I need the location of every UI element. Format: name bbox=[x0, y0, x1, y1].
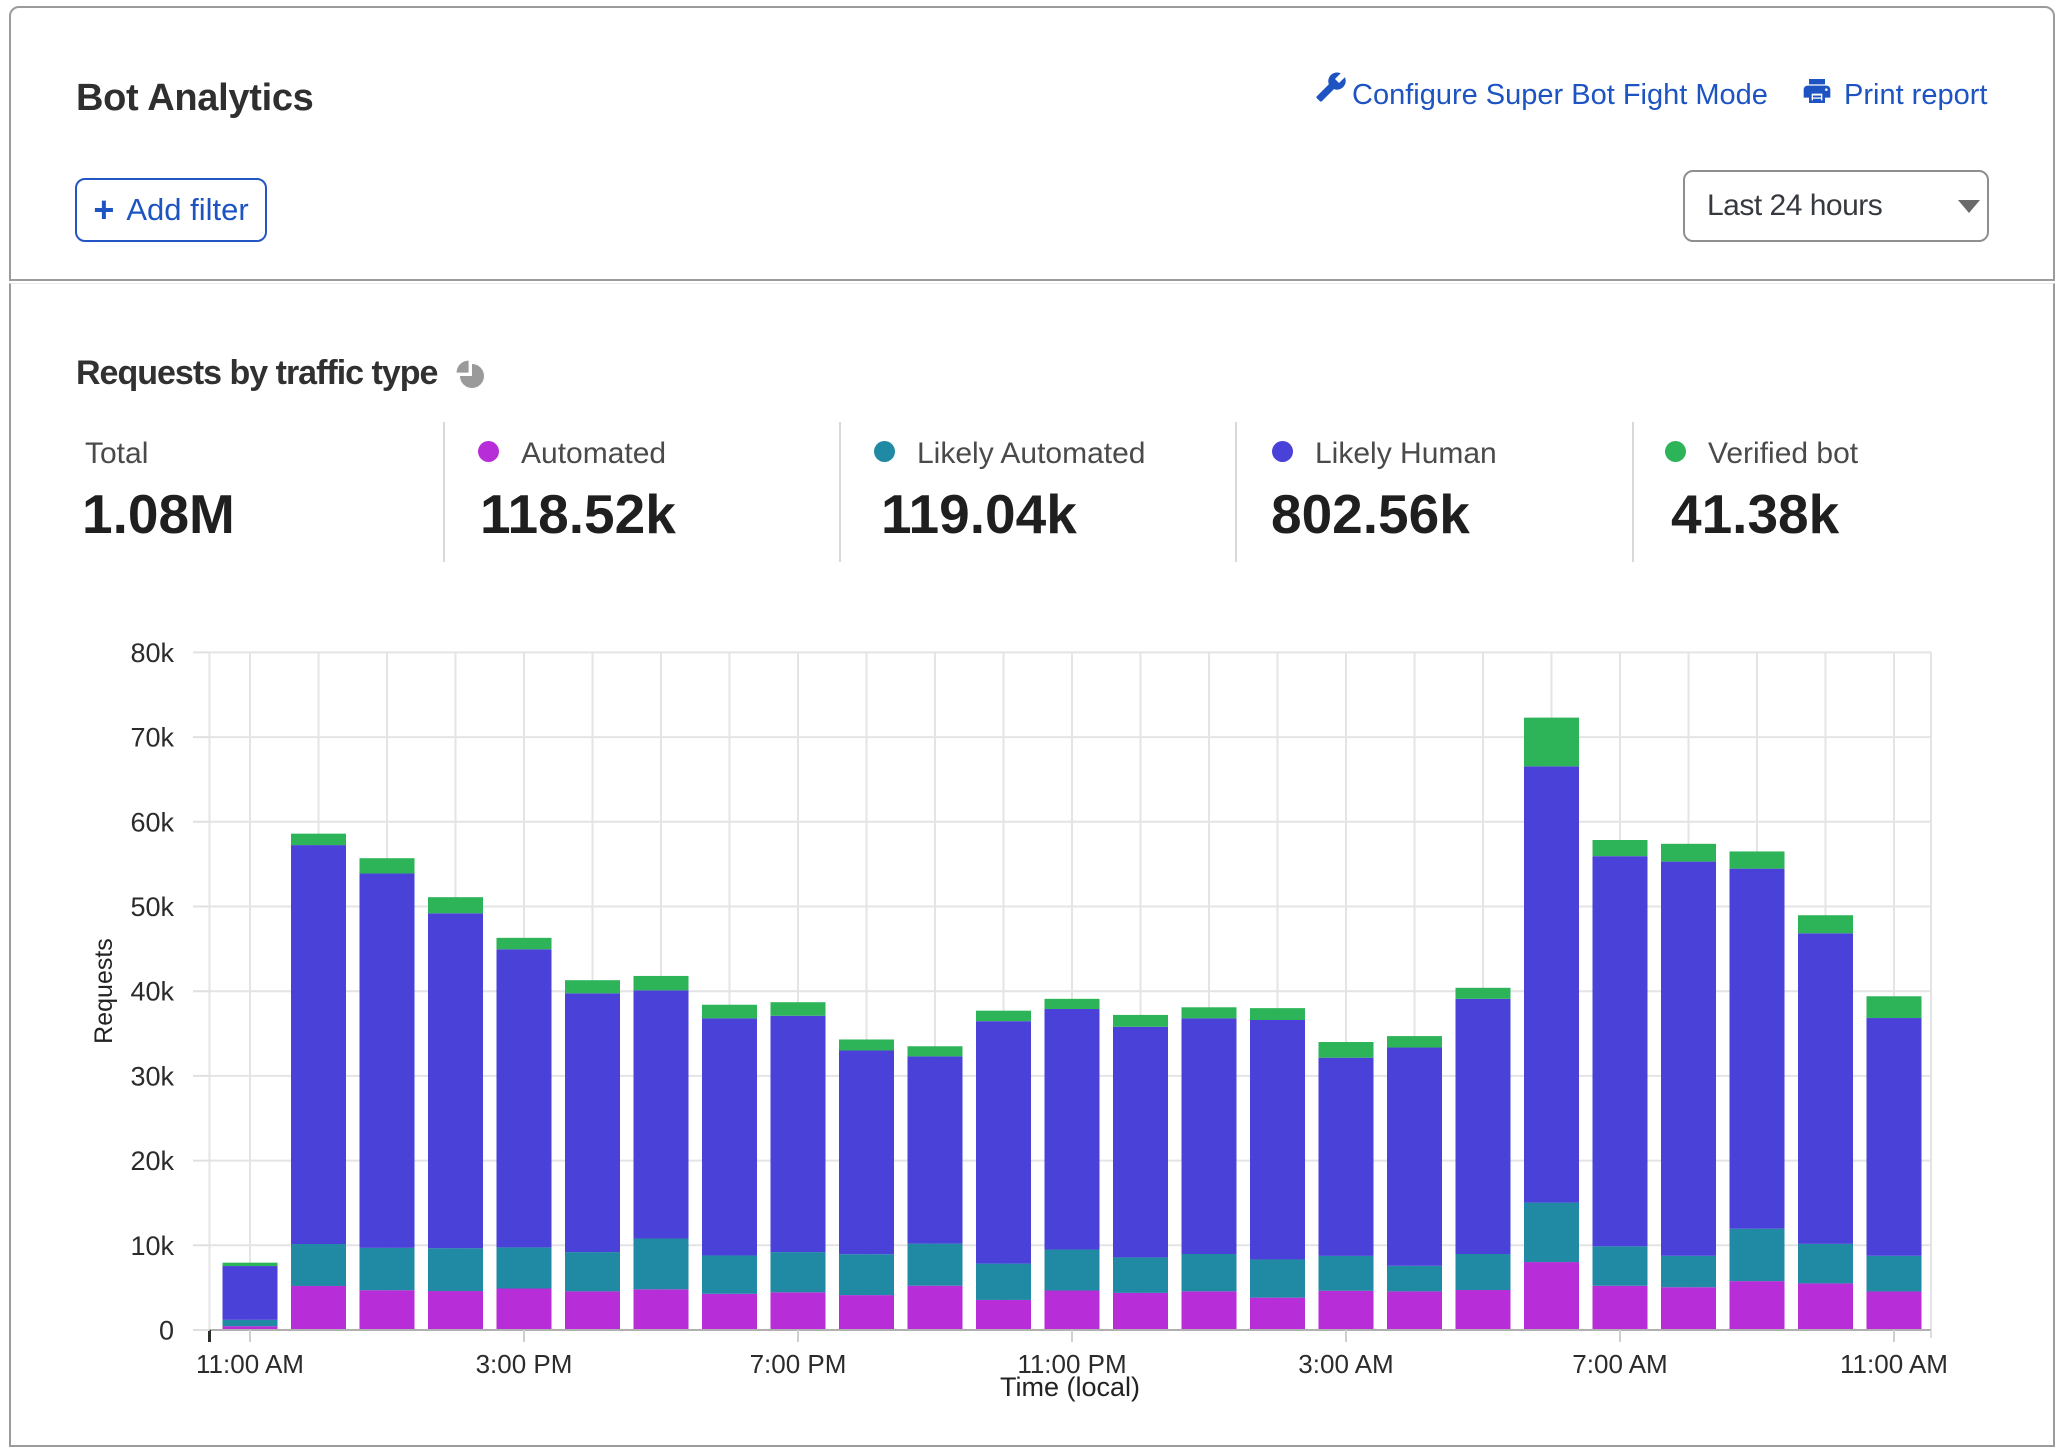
svg-text:Time (local): Time (local) bbox=[1000, 1372, 1140, 1402]
svg-text:10k: 10k bbox=[130, 1231, 174, 1261]
svg-text:Requests: Requests bbox=[90, 938, 118, 1044]
svg-text:40k: 40k bbox=[130, 977, 174, 1007]
svg-text:50k: 50k bbox=[130, 892, 174, 922]
svg-text:70k: 70k bbox=[130, 723, 174, 753]
svg-text:7:00 AM: 7:00 AM bbox=[1572, 1349, 1667, 1379]
svg-text:30k: 30k bbox=[130, 1061, 174, 1091]
svg-text:20k: 20k bbox=[130, 1146, 174, 1176]
svg-text:11:00 AM: 11:00 AM bbox=[1840, 1349, 1948, 1379]
svg-text:3:00 AM: 3:00 AM bbox=[1298, 1349, 1393, 1379]
svg-text:60k: 60k bbox=[130, 807, 174, 837]
svg-text:3:00 PM: 3:00 PM bbox=[476, 1349, 573, 1379]
svg-text:7:00 PM: 7:00 PM bbox=[750, 1349, 847, 1379]
svg-text:80k: 80k bbox=[130, 638, 174, 668]
svg-text:11:00 AM: 11:00 AM bbox=[196, 1349, 304, 1379]
svg-text:0: 0 bbox=[159, 1316, 174, 1346]
